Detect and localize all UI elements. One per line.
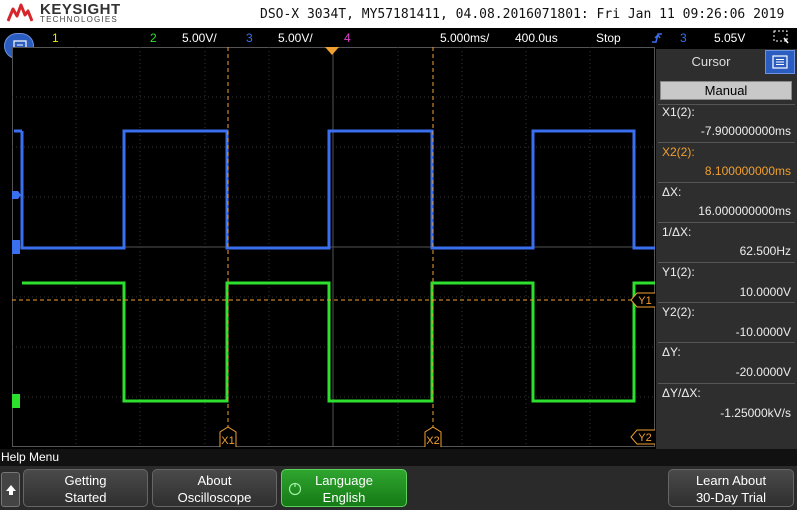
language-button[interactable]: Language English	[281, 469, 407, 507]
trigger-position-marker[interactable]	[325, 47, 339, 55]
cursor-y2-tag[interactable]: Y2	[630, 429, 655, 445]
channel-2-waveform	[22, 281, 655, 403]
about-oscilloscope-button[interactable]: About Oscilloscope	[152, 469, 277, 507]
x2-value[interactable]: 8.100000000ms	[705, 164, 791, 178]
learn-about-line2: 30-Day Trial	[695, 490, 767, 505]
cursor-mode-select[interactable]: Manual	[660, 81, 792, 100]
delta-x-value: 16.000000000ms	[698, 204, 791, 218]
about-line1: About	[197, 473, 232, 488]
divider	[658, 383, 795, 384]
channel-2-scale: 5.00V/	[182, 31, 217, 45]
knob-icon	[288, 482, 302, 496]
delta-y-value: -20.0000V	[735, 365, 791, 379]
delta-y-label: ΔY:	[662, 345, 681, 359]
getting-started-button[interactable]: Getting Started	[23, 469, 148, 507]
trigger-edge-icon	[652, 33, 662, 43]
delta-y-over-delta-x-label: ΔY/ΔX:	[662, 386, 701, 400]
x1-label: X1(2):	[662, 105, 695, 119]
touch-select-icon[interactable]	[773, 30, 790, 45]
delta-y-over-delta-x-value: -1.25000kV/s	[720, 406, 791, 420]
channel-4-label[interactable]: 4	[344, 31, 351, 45]
delay-value[interactable]: 400.0us	[515, 31, 558, 45]
y2-value[interactable]: -10.0000V	[736, 325, 791, 339]
cursor-x1-tag[interactable]: X1	[219, 426, 237, 447]
panel-menu-button[interactable]	[765, 50, 795, 74]
getting-started-line2: Started	[64, 490, 107, 505]
divider	[658, 142, 795, 143]
divider	[658, 342, 795, 343]
divider	[658, 262, 795, 263]
list-icon	[772, 55, 788, 69]
getting-started-line1: Getting	[64, 473, 107, 488]
trigger-source[interactable]: 3	[680, 31, 687, 45]
learn-about-line1: Learn About	[695, 473, 767, 488]
keysight-logo-icon	[7, 3, 33, 22]
divider	[658, 182, 795, 183]
help-menu-bar: Help Menu	[0, 449, 797, 466]
channel-2-ground-marker[interactable]	[12, 394, 20, 408]
channel-3-ground-marker[interactable]	[12, 240, 20, 254]
cursor-x2-tag[interactable]: X2	[424, 426, 442, 447]
divider	[658, 302, 795, 303]
cursor-panel: Cursor Manual X1(2): -7.900000000ms X2(2…	[656, 49, 797, 449]
channel-1-label[interactable]: 1	[52, 31, 59, 45]
instrument-info: DSO-X 3034T, MY57181411, 04.08.201607180…	[260, 7, 785, 22]
inverse-delta-x-label: 1/ΔX:	[662, 225, 692, 239]
y1-label: Y1(2):	[662, 265, 695, 279]
softkey-bar: Getting Started About Oscilloscope Langu…	[0, 466, 797, 510]
learn-about-trial-button[interactable]: Learn About 30-Day Trial	[668, 469, 794, 507]
x2-label: X2(2):	[662, 145, 695, 159]
timebase-value[interactable]: 5.000ms/	[440, 31, 489, 45]
cursor-x1-label: X1	[221, 435, 234, 447]
run-state: Stop	[596, 31, 621, 45]
waveform-display[interactable]: X1 X2 Y1 Y2	[12, 47, 655, 447]
cursor-y1-label: Y1	[638, 295, 651, 307]
back-button[interactable]	[1, 472, 20, 507]
x1-value[interactable]: -7.900000000ms	[701, 124, 791, 138]
cursor-panel-title: Cursor	[691, 54, 731, 69]
trigger-level-marker[interactable]	[12, 191, 21, 199]
channel-3-label[interactable]: 3	[246, 31, 253, 45]
channel-3-waveform	[14, 129, 655, 250]
y1-value[interactable]: 10.0000V	[740, 285, 791, 299]
about-line2: Oscilloscope	[177, 490, 252, 505]
instrument-header: KEYSIGHT TECHNOLOGIES DSO-X 3034T, MY571…	[0, 0, 797, 28]
channel-3-scale: 5.00V/	[278, 31, 313, 45]
cursor-y1-tag[interactable]: Y1	[630, 292, 655, 308]
inverse-delta-x-value: 62.500Hz	[739, 244, 791, 258]
up-arrow-icon	[6, 485, 16, 495]
brand-subtitle: TECHNOLOGIES	[40, 15, 118, 24]
status-bar: 1 2 5.00V/ 3 5.00V/ 4 5.000ms/ 400.0us S…	[0, 28, 797, 48]
delta-x-label: ΔX:	[662, 185, 682, 199]
help-menu-title: Help Menu	[1, 450, 60, 464]
cursor-x2-label: X2	[426, 435, 439, 447]
channel-2-label[interactable]: 2	[150, 31, 157, 45]
cursor-y2-label: Y2	[638, 432, 651, 444]
trigger-level[interactable]: 5.05V	[714, 31, 745, 45]
divider	[658, 222, 795, 223]
y2-label: Y2(2):	[662, 305, 695, 319]
